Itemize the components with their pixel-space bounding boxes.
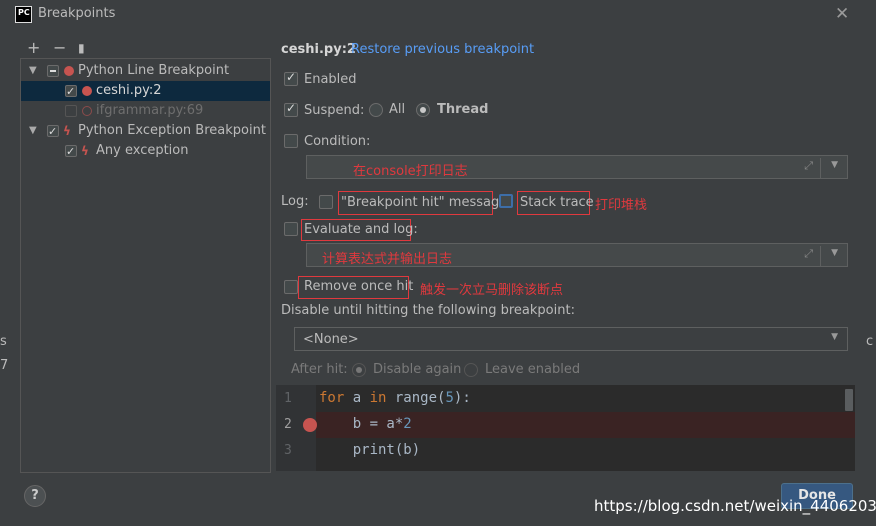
log-message-label: "Breakpoint hit" message: [341, 195, 508, 210]
background-text-fragment: s: [0, 334, 7, 349]
condition-label: Condition:: [304, 134, 371, 149]
tree-item-label: ceshi.py:2: [96, 83, 162, 98]
disable-until-select[interactable]: <None> ▼: [294, 327, 848, 351]
code-line: for a in range(5):: [319, 390, 471, 406]
chevron-down-icon[interactable]: ▼: [831, 248, 838, 258]
code-token: b = a*: [319, 416, 404, 432]
breakpoint-file-title: ceshi.py:2: [281, 42, 356, 57]
lightning-icon: ϟ: [63, 124, 71, 138]
code-line: print(b): [319, 442, 420, 458]
tree-item-label: Any exception: [96, 143, 189, 158]
remove-once-hit-label: Remove once hit: [304, 279, 414, 294]
watermark: https://blog.csdn.net/weixin_44062039: [594, 497, 876, 515]
suspend-all-radio[interactable]: [369, 103, 383, 117]
code-token: range(: [386, 390, 446, 406]
code-preview: 1 2 3 for a in range(5): b = a*2 print(b…: [276, 385, 855, 471]
tree-item-ifgrammar[interactable]: ifgrammar.py:69: [21, 101, 270, 121]
background-text-fragment: 7: [0, 358, 9, 373]
line-number: 2: [284, 417, 292, 432]
group-checkbox[interactable]: [47, 122, 59, 142]
group-by-file-icon[interactable]: ▮: [78, 41, 85, 55]
after-hit-leave-enabled-radio[interactable]: [464, 363, 478, 377]
suspend-checkbox[interactable]: [284, 101, 298, 117]
evaluate-expression-input[interactable]: 计算表达式并输出日志 ⤢ ▼: [306, 243, 848, 267]
disable-until-value: <None>: [303, 332, 359, 347]
condition-annotation: 在console打印日志: [353, 164, 468, 179]
expand-icon[interactable]: ⤢: [804, 159, 813, 173]
tree-item-python-line-breakpoint[interactable]: ▼ Python Line Breakpoint: [21, 61, 270, 81]
stack-trace-annotation: 打印堆栈: [595, 198, 648, 213]
stack-trace-label: Stack trace: [520, 195, 594, 210]
breakpoint-checkbox[interactable]: [65, 142, 77, 162]
code-line: b = a*2: [319, 416, 412, 432]
condition-input[interactable]: 在console打印日志 ⤢ ▼: [306, 155, 848, 179]
group-checkbox[interactable]: [47, 65, 59, 77]
evaluate-and-log-label: Evaluate and log:: [304, 222, 418, 237]
suspend-thread-radio[interactable]: [416, 103, 430, 117]
help-button[interactable]: ?: [24, 485, 46, 507]
code-token: print(b): [319, 442, 421, 458]
tree-item-any-exception[interactable]: ϟ Any exception: [21, 141, 270, 162]
code-token: a: [344, 390, 370, 406]
line-breakpoint-icon: [64, 66, 74, 76]
disabled-breakpoint-icon: [82, 106, 92, 116]
condition-checkbox[interactable]: [284, 134, 298, 148]
stack-trace-checkbox[interactable]: [499, 194, 513, 208]
code-token: in: [369, 390, 387, 406]
breakpoints-dialog: PC Breakpoints ✕ + − ▮ ▼ Python Line Bre…: [0, 0, 876, 526]
title-bar: PC Breakpoints ✕: [0, 0, 876, 30]
close-icon[interactable]: ✕: [835, 4, 849, 24]
field-separator: [820, 246, 821, 266]
tree-item-label: ifgrammar.py:69: [96, 103, 204, 118]
code-token: for: [319, 390, 345, 406]
enabled-checkbox[interactable]: [284, 70, 298, 86]
pycharm-logo-icon: PC: [15, 6, 32, 23]
remove-once-hit-checkbox[interactable]: [284, 280, 298, 294]
suspend-all-label: All: [389, 102, 406, 117]
lightning-icon: ϟ: [81, 144, 89, 158]
breakpoint-tree: ▼ Python Line Breakpoint ceshi.py:2 ifgr…: [20, 58, 271, 473]
evaluate-annotation: 计算表达式并输出日志: [322, 252, 453, 267]
chevron-down-icon[interactable]: ▼: [831, 160, 838, 170]
remove-once-hit-annotation: 触发一次立马删除该断点: [420, 283, 564, 298]
suspend-label: Suspend:: [304, 103, 365, 118]
code-token: ):: [453, 390, 471, 406]
field-separator: [820, 158, 821, 178]
after-hit-leave-enabled-label: Leave enabled: [485, 362, 581, 377]
code-token: 5: [445, 390, 454, 406]
log-label: Log:: [281, 194, 309, 209]
expand-icon[interactable]: ⤢: [804, 247, 813, 261]
tree-item-python-exception-breakpoint[interactable]: ▼ ϟ Python Exception Breakpoint: [21, 121, 270, 142]
line-number: 3: [284, 443, 292, 458]
after-hit-disable-again-label: Disable again: [373, 362, 462, 377]
breakpoint-checkbox[interactable]: [65, 82, 77, 102]
background-text-fragment: c: [866, 334, 874, 349]
breakpoint-gutter-icon[interactable]: [303, 418, 317, 432]
disable-until-label: Disable until hitting the following brea…: [281, 303, 575, 318]
window-title: Breakpoints: [38, 6, 116, 21]
evaluate-and-log-checkbox[interactable]: [284, 222, 298, 236]
chevron-down-icon[interactable]: ▼: [29, 121, 37, 141]
after-hit-disable-again-radio[interactable]: [352, 363, 366, 377]
line-number: 1: [284, 391, 292, 406]
enabled-label: Enabled: [304, 72, 357, 87]
remove-breakpoint-button[interactable]: −: [53, 38, 66, 57]
log-message-checkbox[interactable]: [319, 195, 333, 209]
breakpoint-checkbox[interactable]: [65, 105, 77, 117]
editor-scrollbar[interactable]: [845, 389, 853, 411]
tree-item-label: Python Exception Breakpoint: [78, 123, 266, 138]
add-breakpoint-button[interactable]: +: [27, 38, 40, 57]
tree-item-label: Python Line Breakpoint: [78, 63, 230, 78]
after-hit-label: After hit:: [291, 362, 348, 377]
chevron-down-icon[interactable]: ▼: [29, 61, 37, 81]
restore-previous-breakpoint-link[interactable]: Restore previous breakpoint: [351, 42, 534, 57]
chevron-down-icon[interactable]: ▼: [831, 332, 838, 342]
line-breakpoint-icon: [82, 86, 92, 96]
suspend-thread-label: Thread: [437, 102, 489, 117]
code-token: 2: [403, 416, 412, 432]
tree-item-ceshi[interactable]: ceshi.py:2: [21, 81, 270, 102]
